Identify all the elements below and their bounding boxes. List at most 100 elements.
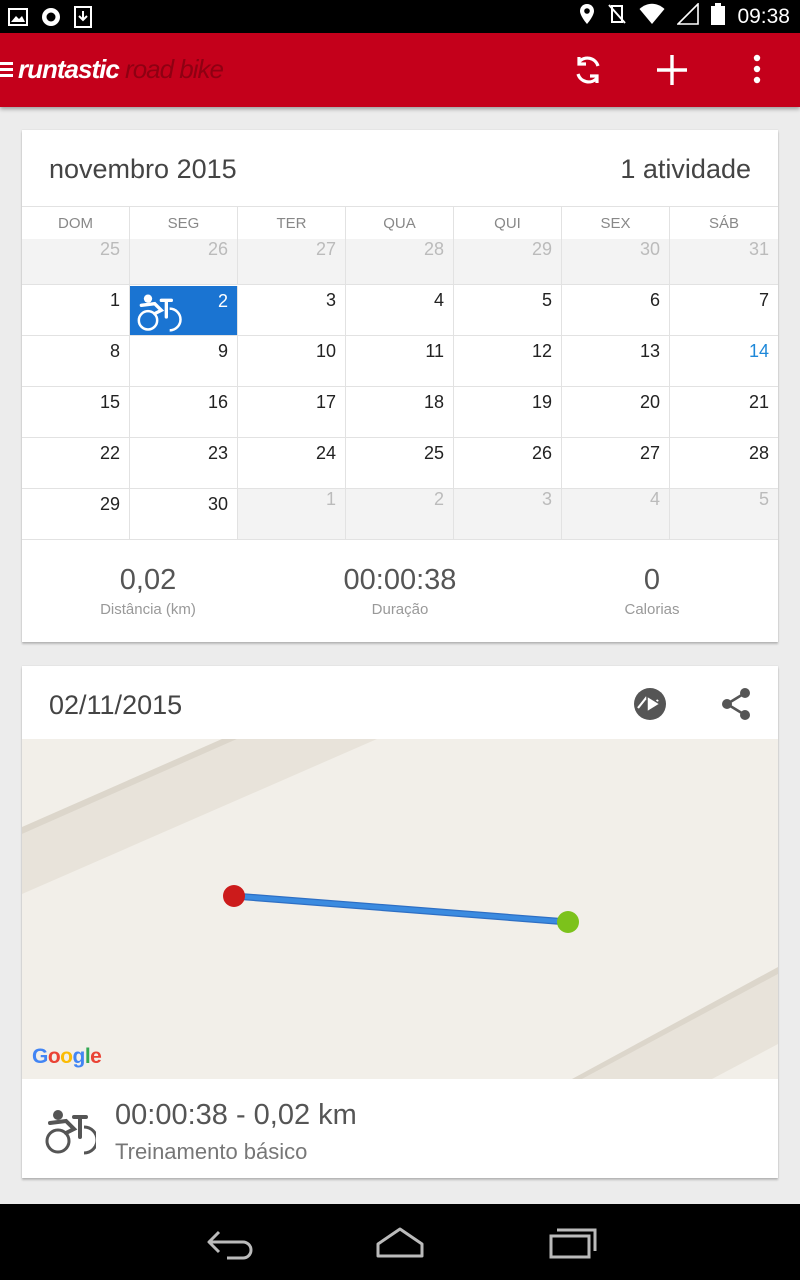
distance-value: 0,02 bbox=[119, 564, 177, 596]
day-number: 27 bbox=[639, 443, 660, 463]
calendar-day[interactable]: 21 bbox=[670, 387, 778, 437]
calendar-day[interactable]: 3 bbox=[238, 285, 346, 335]
day-number: 18 bbox=[423, 392, 444, 412]
menu-icon[interactable] bbox=[0, 62, 14, 78]
sync-icon[interactable] bbox=[571, 53, 605, 87]
calendar-day[interactable]: 15 bbox=[22, 387, 130, 437]
calendar-header: novembro 2015 1 atividade bbox=[22, 130, 778, 206]
back-icon[interactable] bbox=[205, 1224, 255, 1260]
home-icon[interactable] bbox=[375, 1224, 425, 1260]
day-number: 28 bbox=[748, 443, 769, 463]
weekday-label: QUI bbox=[454, 207, 562, 240]
calendar-week: 15 16 17 18 19 20 21 bbox=[22, 387, 778, 438]
day-number: 26 bbox=[207, 239, 228, 259]
calendar-day[interactable]: 16 bbox=[130, 387, 238, 437]
calendar-day[interactable]: 29 bbox=[22, 489, 130, 539]
recents-icon[interactable] bbox=[548, 1224, 598, 1260]
calendar-week: 22 23 24 25 26 27 28 bbox=[22, 438, 778, 489]
day-number: 13 bbox=[639, 341, 660, 361]
share-icon[interactable] bbox=[718, 686, 754, 722]
calendar-day[interactable]: 27 bbox=[562, 438, 670, 488]
calendar-day[interactable]: 5 bbox=[670, 489, 778, 539]
route-start-marker bbox=[223, 885, 245, 907]
calendar-day[interactable]: 10 bbox=[238, 336, 346, 386]
calendar-day[interactable]: 13 bbox=[562, 336, 670, 386]
weekday-label: SEG bbox=[130, 207, 238, 240]
calendar-day[interactable]: 25 bbox=[346, 438, 454, 488]
calendar-day[interactable]: 18 bbox=[346, 387, 454, 437]
weekday-label: SEX bbox=[562, 207, 670, 240]
calendar-day[interactable]: 5 bbox=[454, 285, 562, 335]
calendar-day[interactable]: 26 bbox=[454, 438, 562, 488]
day-number: 21 bbox=[748, 392, 769, 412]
day-number: 20 bbox=[639, 392, 660, 412]
day-number: 3 bbox=[541, 489, 552, 509]
clock: 09:38 bbox=[737, 4, 790, 28]
calendar-day[interactable]: 11 bbox=[346, 336, 454, 386]
activity-card[interactable]: 02/11/2015 Google 00:00:38 - 0,02 km Tre… bbox=[22, 666, 778, 1178]
day-number: 31 bbox=[748, 239, 769, 259]
circle-notification-icon bbox=[40, 6, 62, 33]
app-logo: runtastic road bike bbox=[18, 54, 224, 85]
calendar-day[interactable]: 28 bbox=[670, 438, 778, 488]
calendar-day[interactable]: 29 bbox=[454, 239, 562, 284]
calendar-day[interactable]: 3 bbox=[454, 489, 562, 539]
calendar-day[interactable]: 4 bbox=[346, 285, 454, 335]
calendar-day[interactable]: 30 bbox=[130, 489, 238, 539]
calendar-day[interactable]: 27 bbox=[238, 239, 346, 284]
calendar-day-selected[interactable]: 2 bbox=[130, 286, 238, 335]
calendar-day[interactable]: 6 bbox=[562, 285, 670, 335]
day-number: 30 bbox=[207, 494, 228, 514]
calendar-grid: 25 26 27 28 29 30 31 1 2 3 4 5 6 7 8 9 10 11 12 13 14 15 16 17 1… bbox=[22, 239, 778, 540]
day-number: 24 bbox=[315, 443, 336, 463]
activity-summary[interactable]: 00:00:38 - 0,02 km Treinamento básico bbox=[22, 1079, 778, 1178]
day-number: 6 bbox=[649, 290, 660, 310]
overflow-menu-icon[interactable] bbox=[740, 53, 774, 87]
map-tiles bbox=[22, 739, 778, 1079]
day-number: 27 bbox=[315, 239, 336, 259]
calendar-day[interactable]: 4 bbox=[562, 489, 670, 539]
day-number: 29 bbox=[99, 494, 120, 514]
add-icon[interactable] bbox=[655, 53, 689, 87]
weekday-label: SÁB bbox=[708, 215, 739, 232]
calendar-day[interactable]: 23 bbox=[130, 438, 238, 488]
calendar-day[interactable]: 26 bbox=[130, 239, 238, 284]
day-number: 16 bbox=[207, 392, 228, 412]
wifi-icon bbox=[639, 3, 665, 30]
calendar-day[interactable]: 19 bbox=[454, 387, 562, 437]
day-number: 5 bbox=[541, 290, 552, 310]
route-map[interactable]: Google bbox=[22, 739, 778, 1079]
calendar-day[interactable]: 17 bbox=[238, 387, 346, 437]
activity-summary-title: 00:00:38 - 0,02 km bbox=[115, 1099, 357, 1131]
calendar-day[interactable]: 12 bbox=[454, 336, 562, 386]
calendar-day[interactable]: 1 bbox=[22, 285, 130, 335]
day-number: 15 bbox=[99, 392, 120, 412]
stat-calories: 0 Calorias bbox=[526, 560, 778, 642]
calendar-day[interactable]: 22 bbox=[22, 438, 130, 488]
calendar-day[interactable]: 9 bbox=[130, 336, 238, 386]
status-bar: 09:38 bbox=[0, 0, 800, 33]
calendar-day[interactable]: 2 bbox=[346, 489, 454, 539]
road-bike-icon bbox=[44, 1107, 99, 1155]
activity-count: 1 atividade bbox=[620, 154, 751, 184]
calendar-day[interactable]: 30 bbox=[562, 239, 670, 284]
calendar-day-today[interactable]: 14 bbox=[670, 336, 778, 386]
calendar-day[interactable]: 1 bbox=[238, 489, 346, 539]
calendar-day[interactable]: 7 bbox=[670, 285, 778, 335]
calendar-day[interactable]: 31 bbox=[670, 239, 778, 284]
day-number: 2 bbox=[217, 291, 228, 311]
day-number: 4 bbox=[433, 290, 444, 310]
replay-play-icon[interactable] bbox=[632, 686, 668, 722]
google-attribution[interactable]: Google bbox=[32, 1045, 102, 1069]
day-number: 23 bbox=[207, 443, 228, 463]
calendar-day[interactable]: 8 bbox=[22, 336, 130, 386]
calendar-day[interactable]: 24 bbox=[238, 438, 346, 488]
activity-type: Treinamento básico bbox=[115, 1139, 308, 1164]
image-icon bbox=[8, 7, 28, 32]
stat-duration: 00:00:38 Duração bbox=[274, 560, 526, 642]
calendar-day[interactable]: 28 bbox=[346, 239, 454, 284]
calendar-day[interactable]: 25 bbox=[22, 239, 130, 284]
day-number: 17 bbox=[315, 392, 336, 412]
calendar-day[interactable]: 20 bbox=[562, 387, 670, 437]
month-label[interactable]: novembro 2015 bbox=[49, 154, 237, 185]
